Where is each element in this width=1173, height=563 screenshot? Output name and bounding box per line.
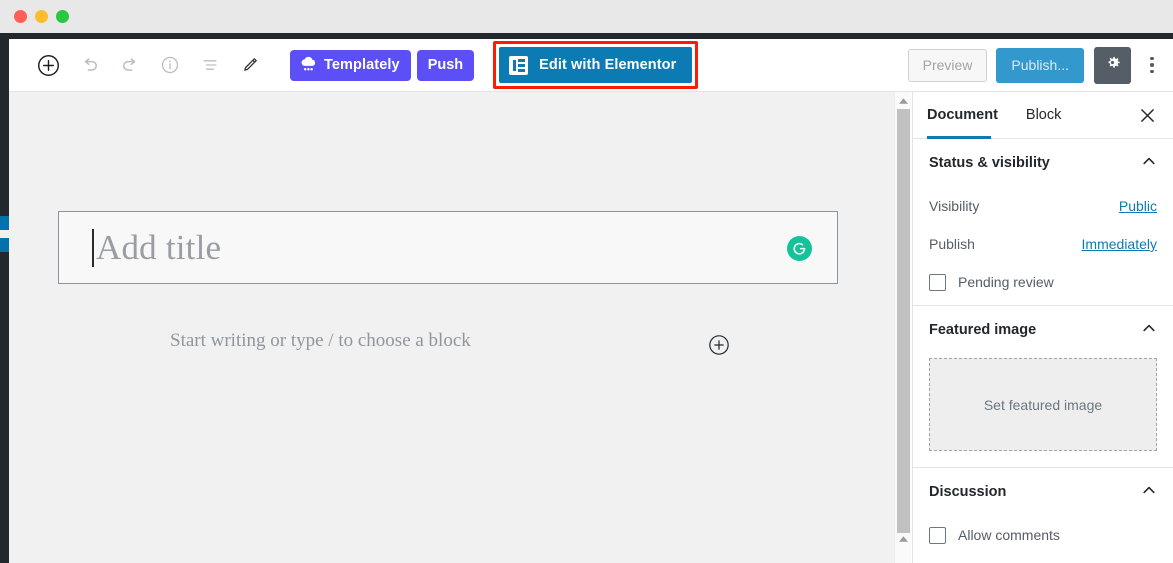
info-icon[interactable]	[152, 47, 188, 83]
canvas-scrollbar[interactable]	[894, 92, 911, 563]
wp-admin-menu-gap	[0, 230, 9, 238]
window-zoom-button[interactable]	[56, 10, 69, 23]
edit-with-elementor-label: Edit with Elementor	[539, 57, 677, 73]
window-title-bar	[0, 0, 1173, 33]
set-featured-image-label: Set featured image	[983, 396, 1103, 413]
section-discussion-header[interactable]: Discussion	[929, 468, 1157, 516]
undo-icon[interactable]	[72, 47, 108, 83]
toolbar-right-group: Preview Publish...	[907, 46, 1173, 84]
post-title-input[interactable]: Add title	[58, 211, 838, 284]
traffic-lights	[14, 10, 69, 23]
tab-document[interactable]: Document	[913, 92, 1012, 139]
visibility-value[interactable]: Public	[1119, 198, 1157, 214]
visibility-label: Visibility	[929, 198, 980, 214]
publish-date-value[interactable]: Immediately	[1082, 236, 1157, 252]
section-status-visibility-header[interactable]: Status & visibility	[929, 139, 1157, 187]
templately-cloud-icon	[298, 54, 318, 77]
section-featured-image-header[interactable]: Featured image	[929, 306, 1157, 354]
tab-document-label: Document	[927, 107, 998, 123]
row-visibility: Visibility Public	[929, 187, 1157, 225]
templately-label: Templately	[324, 57, 400, 73]
window-close-button[interactable]	[14, 10, 27, 23]
allow-comments-checkbox[interactable]	[929, 526, 946, 544]
grammarly-icon[interactable]	[787, 236, 812, 261]
section-discussion: Discussion Allow comments	[913, 468, 1173, 554]
scrollbar-thumb[interactable]	[897, 109, 910, 533]
section-featured-image-title: Featured image	[929, 322, 1037, 338]
default-block-placeholder[interactable]: Start writing or type / to choose a bloc…	[170, 330, 471, 352]
elementor-highlight-box: Edit with Elementor	[493, 41, 699, 89]
wp-admin-sidebar-edge	[0, 33, 9, 563]
templately-button[interactable]: Templately	[290, 49, 411, 81]
chevron-up-icon	[1141, 320, 1157, 341]
elementor-logo-icon	[509, 55, 529, 75]
section-status-visibility: Status & visibility Visibility Public Pu…	[913, 139, 1173, 306]
chevron-up-icon	[1141, 153, 1157, 174]
post-title-placeholder: Add title	[96, 228, 222, 267]
preview-button[interactable]: Preview	[907, 48, 988, 82]
redo-icon[interactable]	[112, 47, 148, 83]
block-navigation-icon[interactable]	[192, 47, 228, 83]
preview-label: Preview	[922, 57, 973, 73]
add-block-icon[interactable]	[30, 47, 66, 83]
pending-review-checkbox[interactable]	[929, 273, 946, 291]
close-icon[interactable]	[1135, 103, 1159, 127]
kebab-menu-icon[interactable]	[1139, 47, 1165, 84]
settings-sidebar: Document Block Status & visibility Visib…	[912, 92, 1173, 563]
section-discussion-title: Discussion	[929, 484, 1007, 500]
pencil-icon[interactable]	[232, 47, 268, 83]
row-publish: Publish Immediately	[929, 225, 1157, 263]
window-minimize-button[interactable]	[35, 10, 48, 23]
editor-canvas: Add title Start writing or type / to cho…	[9, 92, 894, 563]
publish-button[interactable]: Publish...	[996, 47, 1084, 83]
edit-with-elementor-button[interactable]: Edit with Elementor	[499, 47, 693, 83]
section-status-visibility-title: Status & visibility	[929, 155, 1050, 171]
set-featured-image-dropzone[interactable]: Set featured image	[929, 358, 1157, 451]
sidebar-tab-bar: Document Block	[913, 92, 1173, 139]
settings-gear-button[interactable]	[1094, 46, 1131, 84]
text-caret	[92, 229, 94, 267]
row-pending-review[interactable]: Pending review	[929, 263, 1157, 301]
publish-label: Publish...	[1011, 57, 1069, 73]
allow-comments-label: Allow comments	[958, 527, 1060, 543]
push-button[interactable]: Push	[416, 49, 475, 81]
scroll-down-arrow-icon[interactable]	[895, 532, 912, 545]
tab-block-label: Block	[1025, 107, 1062, 123]
editor-toolbar: Templately Push Edit with Elementor Prev…	[9, 39, 1173, 92]
pending-review-label: Pending review	[958, 274, 1054, 290]
tab-block[interactable]: Block	[1012, 92, 1075, 139]
row-allow-comments[interactable]: Allow comments	[929, 516, 1157, 554]
push-label: Push	[427, 57, 464, 73]
section-featured-image: Featured image Set featured image	[913, 306, 1173, 468]
scroll-up-arrow-icon[interactable]	[895, 94, 912, 107]
plus-circle-icon[interactable]	[706, 332, 732, 358]
publish-date-label: Publish	[929, 236, 975, 252]
gear-icon	[1103, 53, 1122, 77]
chevron-up-icon	[1141, 482, 1157, 503]
